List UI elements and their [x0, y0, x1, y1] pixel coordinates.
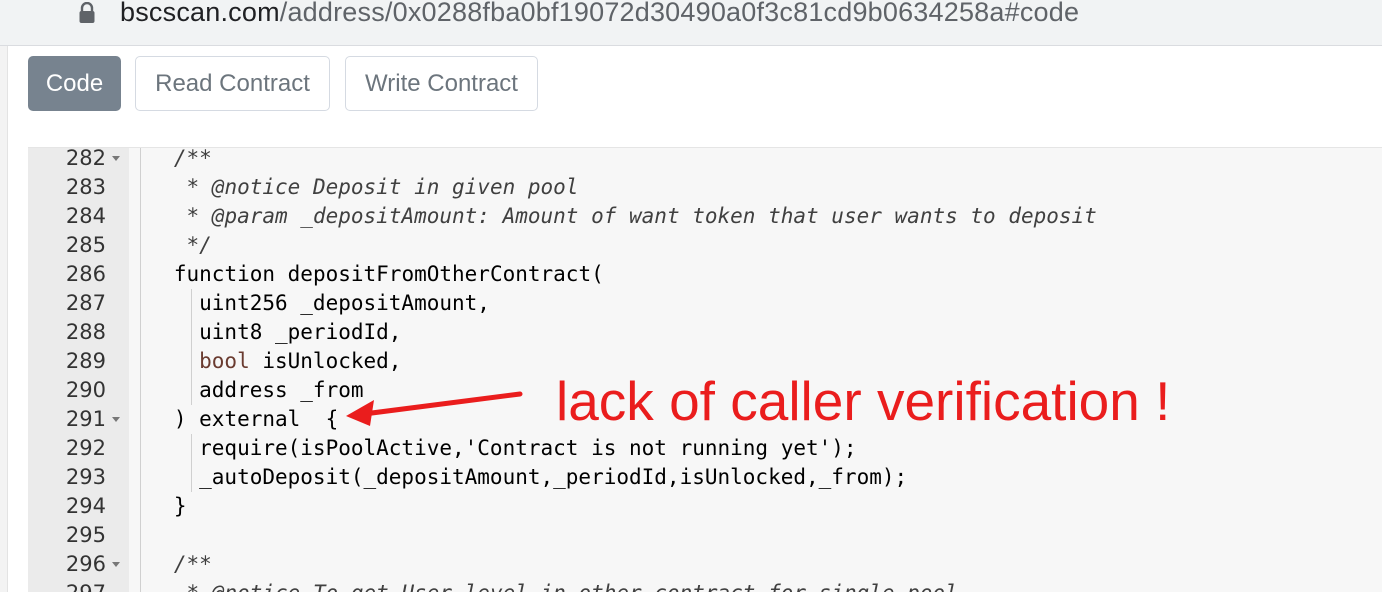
line-number: 292 [65, 436, 106, 460]
cutoff-text-line [26, 40, 746, 48]
url-host: bscscan.com [120, 0, 280, 27]
indent-guide [140, 405, 141, 434]
fold-toggle-icon[interactable] [112, 417, 120, 422]
code-line: 295 [28, 521, 1382, 550]
code-text: _autoDeposit(_depositAmount,_periodId,is… [199, 465, 908, 489]
code-line: 287 uint256 _depositAmount, [28, 289, 1382, 318]
line-number: 282 [65, 147, 106, 170]
code-text: } [173, 494, 187, 518]
code-text: uint256 _depositAmount, [199, 291, 490, 315]
line-number: 291 [65, 407, 106, 431]
annotation-text: lack of caller verification ! [556, 370, 1171, 432]
indent-guide [140, 347, 141, 376]
tab-read-contract[interactable]: Read Contract [135, 56, 330, 111]
indent-guide [140, 434, 141, 463]
line-number: 285 [65, 233, 106, 257]
tab-write-contract[interactable]: Write Contract [345, 56, 538, 111]
indent-guide [190, 463, 192, 492]
tab-code[interactable]: Code [28, 56, 121, 111]
indent-guide [140, 231, 141, 260]
code-text: uint8 _periodId, [199, 320, 402, 344]
fold-toggle-icon[interactable] [112, 156, 120, 161]
code-line: 285 */ [28, 231, 1382, 260]
line-number: 296 [65, 552, 106, 576]
code-comment: */ [186, 233, 212, 257]
indent-guide [140, 148, 141, 173]
indent-guide [140, 579, 141, 592]
url-path: /address/0x0288fba0bf19072d30490a0f3c81c… [279, 0, 1080, 27]
indent-guide [140, 376, 141, 405]
line-number: 295 [65, 523, 106, 547]
code-line: 294} [28, 492, 1382, 521]
code-line: 297 * @notice To get User level in other … [28, 579, 1382, 592]
page-left-edge [0, 46, 8, 592]
code-text: require(isPoolActive,'Contract is not ru… [199, 436, 857, 460]
code-comment: * @notice To get User level in other con… [187, 579, 958, 592]
indent-guide [190, 347, 192, 376]
code-keyword: bool [199, 349, 250, 373]
fold-toggle-icon[interactable] [112, 562, 120, 567]
lock-icon[interactable] [78, 2, 96, 24]
code-comment: /** [173, 147, 212, 170]
code-line: 282 /** [28, 147, 1382, 173]
line-number: 284 [65, 204, 106, 228]
code-comment: * @param _depositAmount: Amount of want … [186, 204, 1097, 228]
indent-guide [140, 521, 141, 550]
line-number: 283 [65, 175, 106, 199]
code-line: 284 * @param _depositAmount: Amount of wa… [28, 202, 1382, 231]
code-line: 288 uint8 _periodId, [28, 318, 1382, 347]
line-number: 297 [28, 579, 106, 592]
line-number: 287 [65, 291, 106, 315]
code-text: function depositFromOtherContract( [173, 262, 604, 286]
indent-guide [190, 289, 192, 318]
code-line: 292 require(isPoolActive,'Contract is not… [28, 434, 1382, 463]
line-number: 288 [65, 320, 106, 344]
line-number: 293 [65, 465, 106, 489]
code-line: 293 _autoDeposit(_depositAmount,_periodId… [28, 463, 1382, 492]
code-text: ) external { [173, 407, 339, 431]
url-text[interactable]: bscscan.com/address/0x0288fba0bf19072d30… [120, 0, 1079, 30]
code-comment: /** [173, 552, 212, 576]
red-arrow-icon [346, 391, 523, 426]
line-number: 289 [65, 349, 106, 373]
line-number: 286 [65, 262, 106, 286]
indent-guide [190, 376, 192, 405]
line-number: 294 [65, 494, 106, 518]
indent-guide [140, 318, 141, 347]
line-number: 290 [65, 378, 106, 402]
indent-guide [140, 550, 141, 579]
indent-guide [140, 289, 141, 318]
code-comment: * @notice Deposit in given pool [186, 175, 579, 199]
code-line: 283 * @notice Deposit in given pool [28, 173, 1382, 202]
indent-guide [140, 492, 141, 521]
indent-guide [140, 463, 141, 492]
indent-guide [140, 260, 141, 289]
indent-guide [140, 202, 141, 231]
indent-guide [190, 318, 192, 347]
indent-guide [140, 173, 141, 202]
code-line: 296 /** [28, 550, 1382, 579]
code-line: 286 function depositFromOtherContract( [28, 260, 1382, 289]
indent-guide [190, 434, 192, 463]
